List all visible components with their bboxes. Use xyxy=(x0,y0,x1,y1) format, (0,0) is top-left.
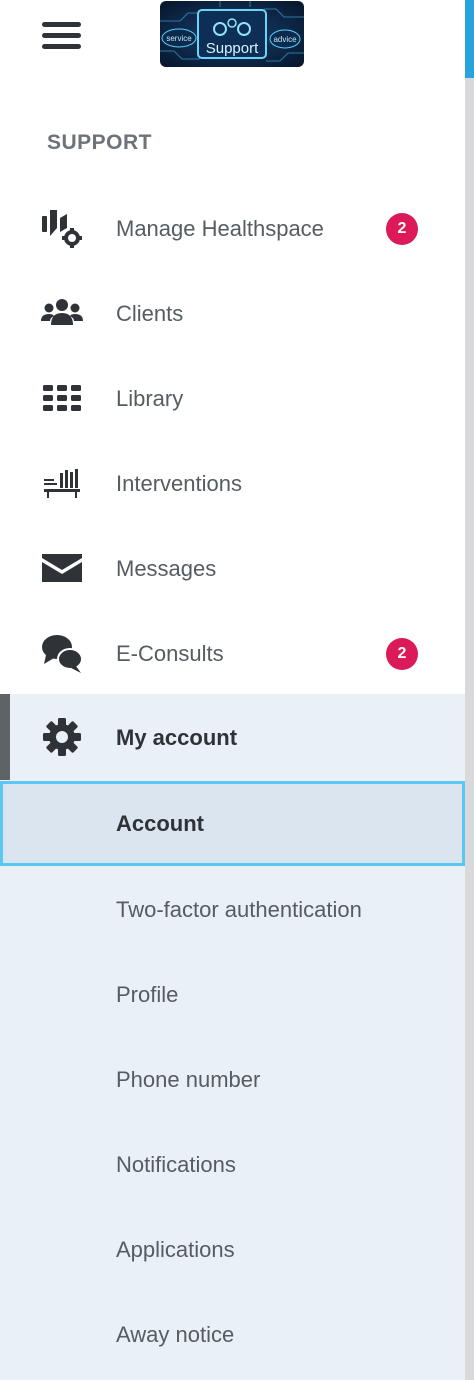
my-account-group: My account Account Two-factor authentica… xyxy=(0,694,465,1380)
nav-item-clients[interactable]: Clients xyxy=(0,271,465,356)
subnav-item-applications[interactable]: Applications xyxy=(0,1207,465,1292)
envelope-icon xyxy=(40,546,84,590)
chat-bubbles-icon xyxy=(40,631,84,675)
subnav-label: Notifications xyxy=(116,1152,236,1177)
subnav-item-profile[interactable]: Profile xyxy=(0,952,465,1037)
subnav-label: Applications xyxy=(116,1237,235,1262)
nav-label: Library xyxy=(116,386,184,411)
library-grid-icon xyxy=(40,376,84,420)
logo-service-tag: service xyxy=(166,34,192,43)
subnav-label: Profile xyxy=(116,982,179,1007)
support-logo[interactable]: service advice Support xyxy=(160,1,304,67)
hamburger-menu-icon[interactable] xyxy=(42,22,82,50)
nav-item-messages[interactable]: Messages xyxy=(0,526,465,611)
scrollbar-track[interactable] xyxy=(465,0,474,1380)
interventions-icon xyxy=(40,461,84,505)
gear-icon xyxy=(40,715,84,759)
notification-badge: 2 xyxy=(386,213,418,245)
manage-healthspace-icon xyxy=(40,206,84,250)
nav-item-e-consults[interactable]: E-Consults 2 xyxy=(0,611,465,696)
subnav-label: Away notice xyxy=(116,1322,235,1347)
nav-label: My account xyxy=(116,725,238,750)
logo-advice-tag: advice xyxy=(273,35,297,44)
nav-item-my-account[interactable]: My account xyxy=(0,695,465,780)
nav-item-interventions[interactable]: Interventions xyxy=(0,441,465,526)
nav-label: Manage Healthspace xyxy=(116,216,324,241)
notification-badge: 2 xyxy=(386,638,418,670)
subnav-item-notifications[interactable]: Notifications xyxy=(0,1122,465,1207)
subnav-item-phone-number[interactable]: Phone number xyxy=(0,1037,465,1122)
sidebar-header: service advice Support xyxy=(0,0,465,80)
nav-item-library[interactable]: Library xyxy=(0,356,465,441)
nav-label: Clients xyxy=(116,301,184,326)
nav-label: E-Consults xyxy=(116,641,224,666)
subnav-item-account[interactable]: Account xyxy=(0,781,465,866)
subnav-item-two-factor-authentication[interactable]: Two-factor authentication xyxy=(0,867,465,952)
logo-text: Support xyxy=(206,40,259,57)
clients-icon xyxy=(40,291,84,335)
subnav-label: Two-factor authentication xyxy=(116,897,362,922)
subnav-label: Account xyxy=(116,811,204,836)
subnav-label: Phone number xyxy=(116,1067,261,1092)
subnav-item-away-notice[interactable]: Away notice xyxy=(0,1292,465,1377)
nav-item-manage-healthspace[interactable]: Manage Healthspace 2 xyxy=(0,186,465,271)
sidebar-menu: service advice Support SUPPORT Manage He… xyxy=(0,0,465,1380)
header-accent xyxy=(465,0,474,78)
nav-label: Interventions xyxy=(116,471,242,496)
section-title: SUPPORT xyxy=(47,131,153,154)
nav-label: Messages xyxy=(116,556,217,581)
